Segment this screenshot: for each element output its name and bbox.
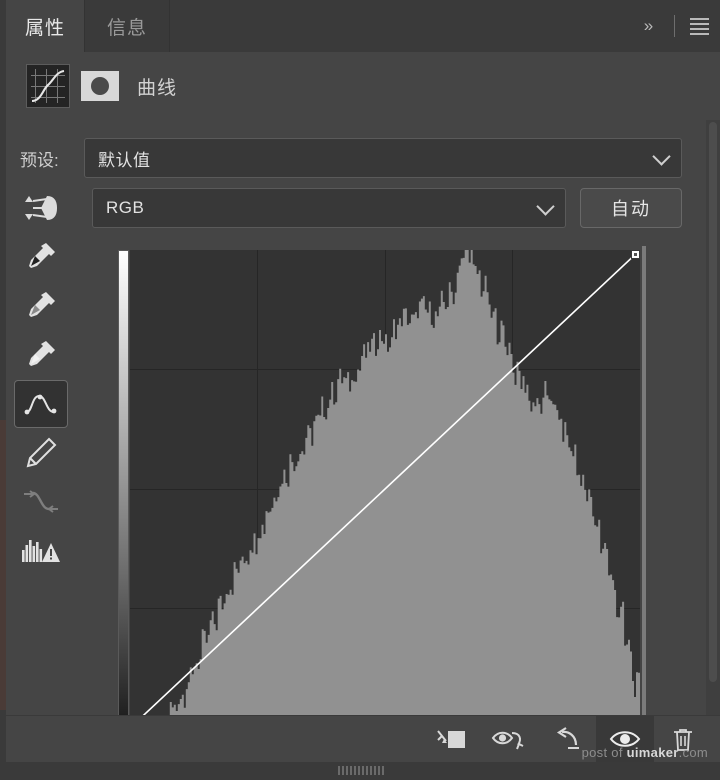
curves-tool-rail (14, 184, 76, 576)
panel-tab-bar-controls: » (631, 0, 720, 52)
delete-adjustment-layer-button[interactable] (654, 716, 712, 762)
bottom-toolbar-buttons (422, 716, 712, 762)
tab-properties-label: 属性 (24, 17, 65, 39)
preset-label: 预设: (20, 150, 59, 170)
panel-bottom-toolbar: post of uimaker.com (6, 715, 720, 762)
preset-dropdown[interactable]: 默认值 (84, 138, 682, 178)
preset-value: 默认值 (98, 150, 151, 170)
reset-adjustment-button[interactable] (538, 716, 596, 762)
toggle-layer-visibility-button[interactable] (596, 716, 654, 762)
document-edge-sliver (0, 420, 6, 710)
black-point-eyedropper[interactable] (14, 233, 68, 281)
white-point-eyedropper[interactable] (14, 331, 68, 379)
on-image-adjustment-icon[interactable] (14, 184, 68, 232)
clip-to-layer-button[interactable] (422, 716, 480, 762)
toggle-layer-visibility-previous-button[interactable] (480, 716, 538, 762)
panel-menu-icon[interactable] (684, 0, 720, 52)
graph-right-border (642, 246, 646, 732)
page-title: 曲线 (137, 77, 178, 99)
panel-resize-strip[interactable] (0, 762, 720, 780)
output-gradient-bar (118, 250, 129, 728)
tab-info-label: 信息 (106, 17, 147, 39)
toolbar-divider (674, 15, 675, 37)
layer-mask-thumbnail-icon (81, 71, 119, 101)
preset-row: 预设: 默认值 (20, 136, 682, 180)
curve-point-tool[interactable] (14, 380, 68, 428)
chevron-double-right-icon[interactable]: » (631, 0, 665, 52)
curves-thumbnail-icon (26, 64, 70, 108)
properties-panel: 属性 信息 » 曲线 预设: 默认值 RGB 自动 post of uimake… (0, 0, 720, 780)
auto-button[interactable]: 自动 (580, 188, 682, 228)
chevron-down-icon (652, 147, 671, 166)
tab-info[interactable]: 信息 (84, 0, 170, 52)
resize-grip-icon (338, 766, 384, 775)
chevron-down-icon (536, 197, 555, 216)
curve-control-point-highlight[interactable] (631, 250, 640, 259)
auto-button-label: 自动 (611, 199, 651, 219)
smooth-curve-tool (14, 478, 68, 526)
panel-scrollbar-thumb[interactable] (709, 122, 717, 682)
adjustment-header: 曲线 (6, 52, 720, 120)
channel-value: RGB (106, 198, 145, 217)
pencil-tool[interactable] (14, 429, 68, 477)
channel-dropdown[interactable]: RGB (92, 188, 566, 228)
histogram-warning-icon[interactable] (14, 527, 68, 575)
panel-scrollbar[interactable] (706, 120, 720, 718)
curve-grid[interactable] (130, 250, 640, 728)
panel-tab-bar: 属性 信息 » (6, 0, 720, 53)
gray-point-eyedropper[interactable] (14, 282, 68, 330)
tone-curve-line (130, 250, 640, 728)
tab-properties[interactable]: 属性 (6, 0, 84, 52)
channel-row: RGB 自动 (92, 188, 682, 228)
